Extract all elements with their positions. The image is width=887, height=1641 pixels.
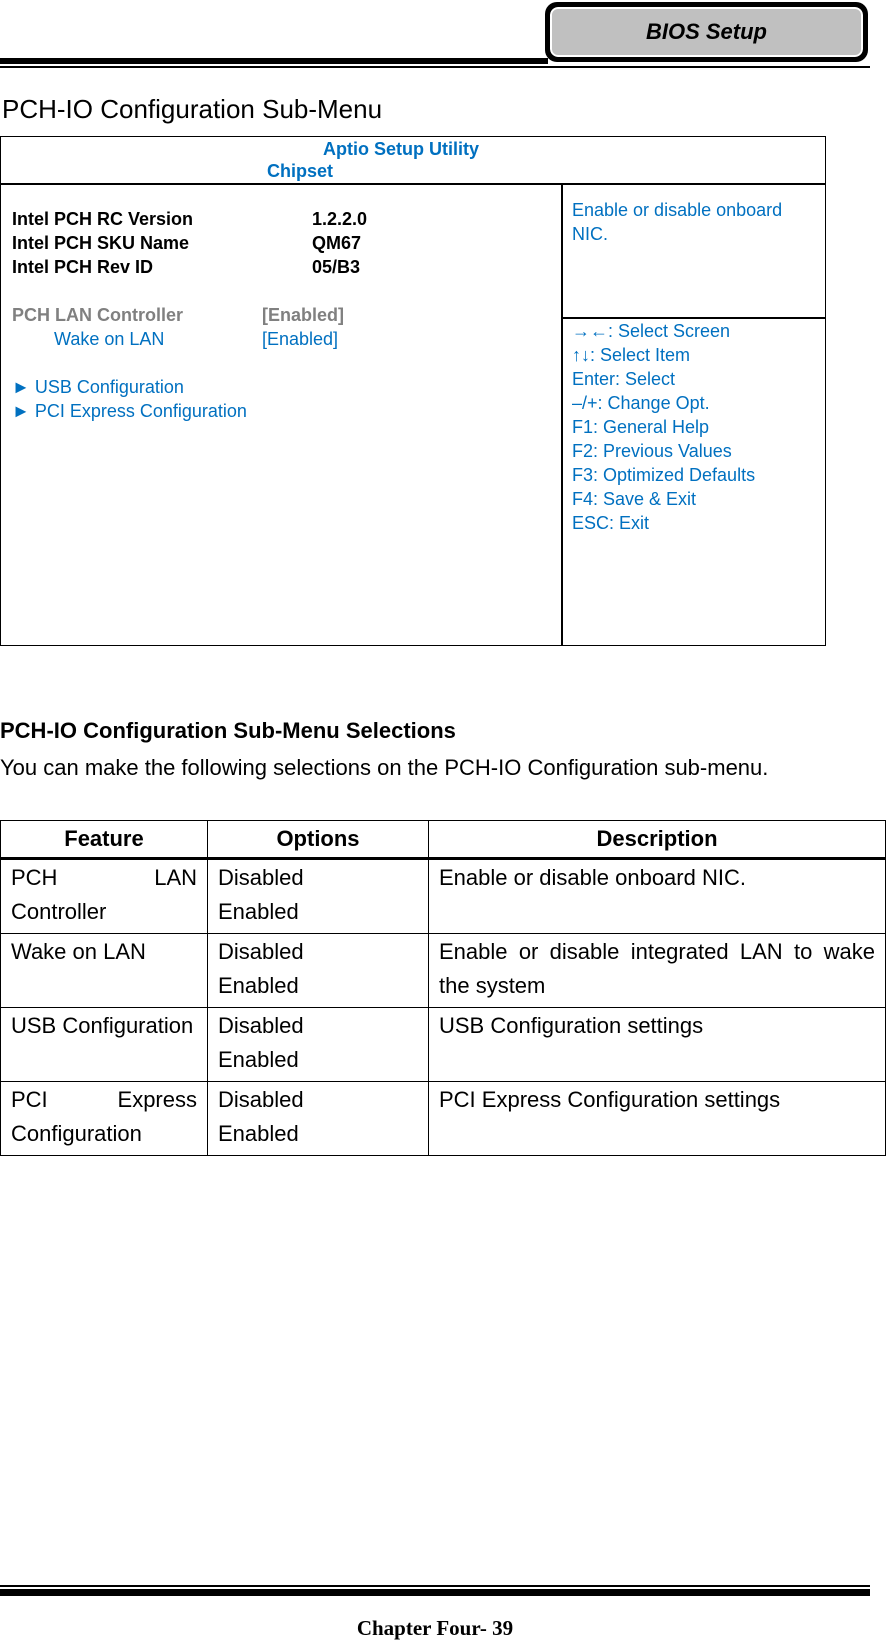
section-heading: PCH-IO Configuration Sub-Menu Selections [0, 718, 456, 743]
key-help-item: F4: Save & Exit [572, 489, 697, 509]
bios-help-text: Enable or disable onboard NIC. [572, 200, 783, 244]
table-row: PCH LAN Controller Disabled Enabled Enab… [0, 858, 886, 934]
options-cell: Disabled Enabled [207, 1007, 429, 1082]
triangle-right-icon: ► [12, 401, 35, 421]
info-value: 05/B3 [312, 257, 361, 277]
bios-header-divider [0, 183, 826, 185]
header-rule-thin [0, 66, 870, 68]
bios-setup-tab: BIOS Setup [545, 2, 868, 62]
description-cell: USB Configuration settings [428, 1007, 886, 1082]
key-help-item: →←: Select Screen [572, 321, 731, 341]
feature-cell: PCI Express Configuration [0, 1081, 208, 1156]
submenu-label: PCI Express Configuration [34, 401, 247, 421]
option-value: Enabled [218, 899, 299, 924]
submenu-usb-configuration[interactable]: ► USB Configuration [12, 377, 184, 398]
info-value: 1.2.2.0 [312, 209, 368, 229]
options-cell: Disabled Enabled [207, 858, 429, 934]
triangle-right-icon: ► [12, 377, 35, 397]
bios-setup-tab-label: BIOS Setup [549, 6, 864, 58]
option-value: Disabled [218, 1013, 304, 1038]
header-rule [0, 58, 548, 64]
submenu-label: USB Configuration [34, 377, 184, 397]
bios-screen-name: Chipset [267, 161, 334, 181]
feature-cell: PCH LAN Controller [0, 858, 208, 934]
description-cell: Enable or disable onboard NIC. [428, 858, 886, 934]
setting-pch-lan-controller-value[interactable]: [Enabled] [262, 305, 344, 326]
feature-cell: Wake on LAN [0, 933, 208, 1008]
info-label: Intel PCH Rev ID [12, 257, 154, 277]
info-label: Intel PCH RC Version [12, 209, 194, 229]
setting-wake-on-lan[interactable]: Wake on LAN [54, 329, 164, 350]
bios-utility-title: Aptio Setup Utility [323, 139, 479, 159]
table-row: Wake on LAN Disabled Enabled Enable or d… [0, 933, 886, 1008]
submenu-pci-express-configuration[interactable]: ► PCI Express Configuration [12, 401, 247, 422]
page-title: PCH-IO Configuration Sub-Menu [2, 94, 383, 124]
key-help-item: ↑↓: Select Item [572, 345, 691, 365]
footer-rule [0, 1589, 870, 1596]
key-help-item: F3: Optimized Defaults [572, 465, 756, 485]
bios-panel-divider [561, 183, 563, 646]
info-value: QM67 [312, 233, 362, 253]
selections-table: Feature Options Description PCH LAN Cont… [0, 820, 886, 1156]
table-row: PCI Express Configuration Disabled Enabl… [0, 1081, 886, 1156]
column-header: Description [428, 820, 886, 860]
option-value: Disabled [218, 865, 304, 890]
bios-key-help: →←: Select Screen ↑↓: Select Item Enter:… [572, 319, 755, 535]
table-row: USB Configuration Disabled Enabled USB C… [0, 1007, 886, 1082]
footer-rule-thin [0, 1585, 870, 1587]
key-help-item: F1: General Help [572, 417, 710, 437]
option-value: Enabled [218, 1047, 299, 1072]
option-value: Enabled [218, 1121, 299, 1146]
key-help-item: –/+: Change Opt. [572, 393, 710, 413]
setting-wake-on-lan-value[interactable]: [Enabled] [262, 329, 338, 350]
feature-cell: USB Configuration [0, 1007, 208, 1082]
key-help-item: ESC: Exit [572, 513, 650, 533]
description-cell: Enable or disable integrated LAN to wake… [428, 933, 886, 1008]
description-cell: PCI Express Configuration settings [428, 1081, 886, 1156]
setting-pch-lan-controller[interactable]: PCH LAN Controller [12, 305, 183, 326]
column-header: Options [207, 820, 429, 860]
option-value: Disabled [218, 1087, 304, 1112]
options-cell: Disabled Enabled [207, 933, 429, 1008]
page-footer: Chapter Four- 39 [356, 1616, 514, 1640]
option-value: Enabled [218, 973, 299, 998]
key-help-item: Enter: Select [572, 369, 676, 389]
column-header: Feature [0, 820, 208, 860]
info-label: Intel PCH SKU Name [12, 233, 190, 253]
section-intro: You can make the following selections on… [0, 755, 769, 780]
options-cell: Disabled Enabled [207, 1081, 429, 1156]
option-value: Disabled [218, 939, 304, 964]
key-help-item: F2: Previous Values [572, 441, 732, 461]
table-header-row: Feature Options Description [0, 820, 886, 860]
